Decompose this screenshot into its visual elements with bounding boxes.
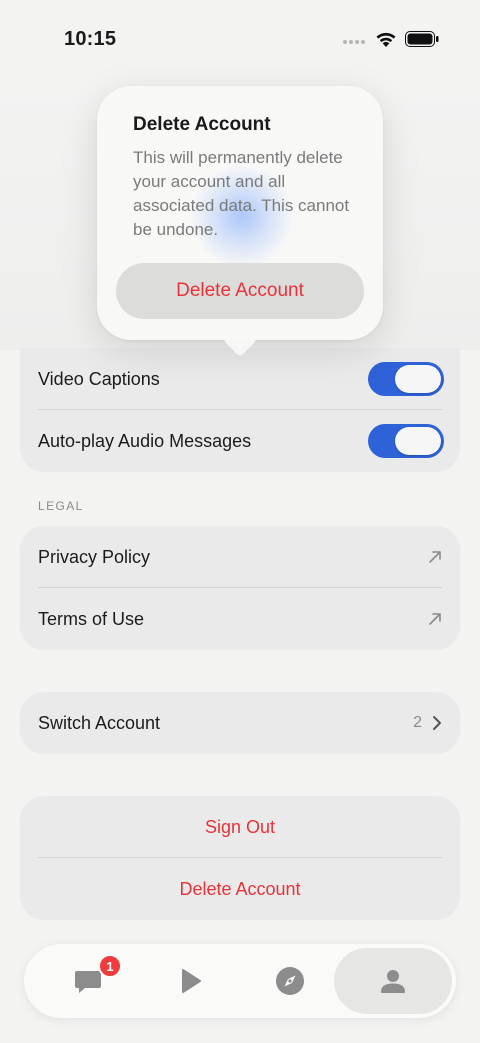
privacy-policy-label: Privacy Policy — [38, 546, 151, 567]
battery-icon — [405, 31, 439, 47]
tab-chats[interactable]: 1 — [38, 948, 138, 1014]
privacy-policy-row[interactable]: Privacy Policy — [20, 526, 460, 588]
settings-screen: 10:15 Video Captions Auto-play Audio Mes… — [0, 0, 480, 1043]
status-bar: 10:15 — [0, 0, 480, 80]
popover-message: This will permanently delete your accoun… — [133, 148, 350, 239]
legal-card: Privacy Policy Terms of Use — [20, 526, 460, 650]
toggle-knob — [395, 365, 441, 393]
external-link-icon — [429, 613, 441, 625]
autoplay-audio-label: Auto-play Audio Messages — [38, 430, 252, 451]
video-captions-label: Video Captions — [38, 368, 160, 389]
delete-account-button[interactable]: Delete Account — [20, 858, 460, 920]
account-count: 2 — [413, 714, 422, 731]
external-link-icon — [429, 551, 441, 563]
sign-out-label: Sign Out — [204, 816, 276, 837]
cellular-signal-icon — [343, 40, 365, 44]
delete-account-popover: Delete Account This will permanently del… — [97, 86, 383, 340]
media-settings-card: Video Captions Auto-play Audio Messages — [20, 348, 460, 472]
delete-account-label: Delete Account — [179, 878, 301, 899]
switch-account-label: Switch Account — [38, 712, 161, 733]
video-captions-toggle[interactable] — [368, 362, 444, 396]
status-time: 10:15 — [64, 28, 117, 50]
popover-title: Delete Account — [133, 114, 271, 135]
toggle-knob — [395, 427, 441, 455]
video-captions-row: Video Captions — [20, 348, 460, 410]
confirm-delete-label: Delete Account — [176, 280, 304, 301]
tab-profile[interactable] — [334, 948, 452, 1014]
legal-section-header: LEGAL — [38, 499, 84, 513]
terms-of-use-label: Terms of Use — [38, 608, 145, 629]
tab-videos[interactable] — [140, 948, 240, 1014]
play-icon — [182, 969, 201, 993]
sign-out-button[interactable]: Sign Out — [20, 796, 460, 858]
account-actions-card: Sign Out Delete Account — [20, 796, 460, 920]
autoplay-audio-toggle[interactable] — [368, 424, 444, 458]
person-icon — [381, 970, 405, 993]
switch-account-row[interactable]: Switch Account 2 — [20, 692, 460, 754]
chats-badge: 1 — [98, 954, 122, 978]
chevron-right-icon — [433, 716, 441, 730]
tab-explore[interactable] — [240, 948, 340, 1014]
switch-account-card: Switch Account 2 — [20, 692, 460, 754]
tab-bar: 1 — [24, 944, 456, 1018]
autoplay-audio-row: Auto-play Audio Messages — [20, 410, 460, 472]
terms-of-use-row[interactable]: Terms of Use — [20, 588, 460, 650]
compass-icon — [276, 967, 304, 995]
confirm-delete-button[interactable]: Delete Account — [116, 263, 364, 319]
wifi-icon — [376, 32, 396, 47]
